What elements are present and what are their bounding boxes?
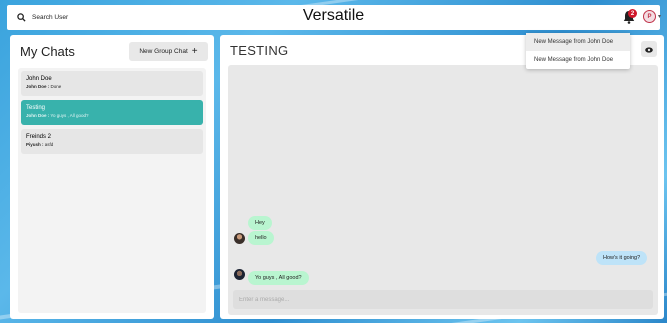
notification-badge: 2: [628, 9, 637, 18]
chat-latest-sender: John Doe :: [26, 84, 50, 89]
search-user-button[interactable]: Search User: [17, 9, 68, 27]
chat-title: TESTING: [230, 43, 289, 58]
sender-avatar[interactable]: [234, 269, 245, 280]
message-bubble: Hey: [248, 216, 272, 230]
new-group-chat-label: New Group Chat: [139, 48, 188, 55]
chat-panel: TESTING Hey hello How's it going? Yo guy…: [220, 35, 664, 319]
chat-latest-text: Yo guys , All good?: [50, 113, 89, 118]
message-bubble: hello: [248, 231, 274, 245]
new-group-chat-button[interactable]: New Group Chat +: [129, 42, 208, 61]
search-icon: [17, 9, 26, 27]
chat-latest-message: John Doe : Done: [26, 84, 198, 89]
chat-name: John Doe: [26, 76, 52, 82]
chat-list-item[interactable]: Testing John Doe : Yo guys , All good?: [21, 100, 203, 125]
notification-item[interactable]: New Message from John Doe: [526, 51, 630, 69]
sender-avatar[interactable]: [234, 233, 245, 244]
chat-latest-sender: John Doe :: [26, 113, 50, 118]
chat-latest-message: Piyush : asfd: [26, 142, 198, 147]
eye-icon: [645, 40, 653, 58]
message-bubble: How's it going?: [596, 251, 648, 265]
my-chats-panel: My Chats New Group Chat + John Doe John …: [10, 35, 214, 319]
chat-list: John Doe John Doe : Done Testing John Do…: [18, 68, 206, 313]
notification-item[interactable]: New Message from John Doe: [526, 33, 630, 51]
chevron-down-icon: ▾: [658, 14, 662, 20]
chat-latest-message: John Doe : Yo guys , All good?: [26, 113, 198, 118]
view-chat-details-button[interactable]: [641, 41, 657, 57]
notifications-button[interactable]: 2: [623, 9, 637, 24]
notification-dropdown: New Message from John Doe New Message fr…: [526, 33, 630, 69]
plus-icon: +: [191, 45, 198, 57]
avatar: P: [643, 10, 656, 23]
search-user-label: Search User: [32, 14, 69, 21]
app-title: Versatile: [302, 7, 365, 24]
my-chats-title: My Chats: [20, 44, 75, 59]
chat-list-item[interactable]: John Doe John Doe : Done: [21, 71, 203, 96]
chat-name: Testing: [26, 105, 46, 111]
profile-menu-button[interactable]: P ▾: [643, 10, 661, 23]
chat-latest-text: asfd: [44, 142, 54, 147]
message-area: Hey hello How's it going? Yo guys , All …: [228, 65, 658, 315]
message-bubble: Yo guys , All good?: [248, 271, 309, 285]
chat-latest-sender: Piyush :: [26, 142, 44, 147]
chat-list-item[interactable]: Freinds 2 Piyush : asfd: [21, 129, 203, 154]
chat-latest-text: Done: [50, 84, 62, 89]
chat-name: Freinds 2: [26, 134, 52, 140]
top-bar: Search User Versatile 2 P ▾: [7, 5, 661, 30]
message-input[interactable]: [233, 290, 653, 309]
